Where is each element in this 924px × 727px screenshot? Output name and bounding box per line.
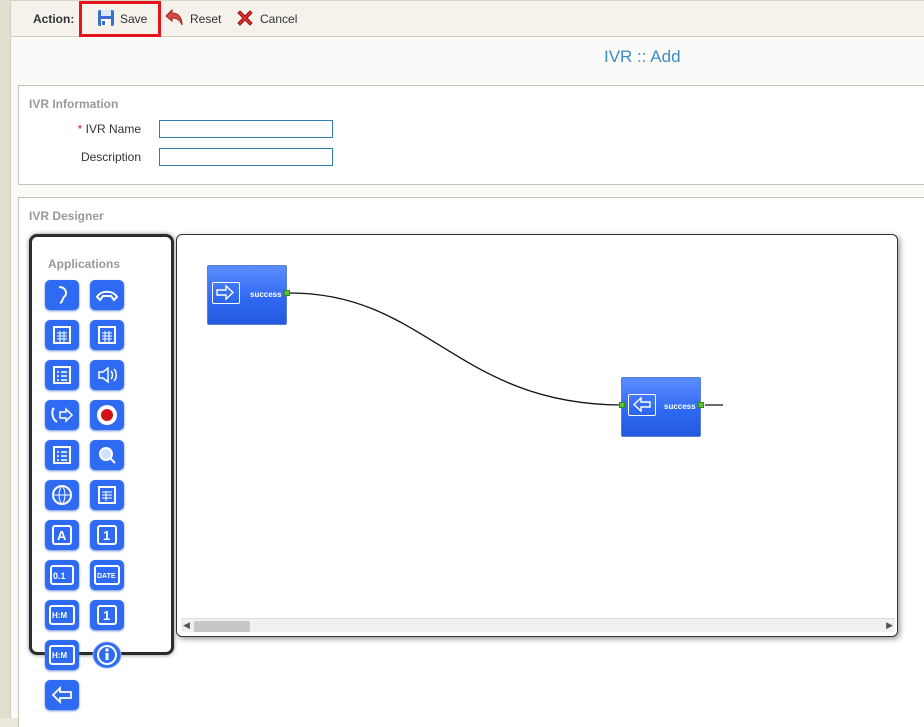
exit-node-output-port[interactable] [698,402,704,408]
date-calc-icon[interactable] [90,480,124,510]
start-node-success-label: success [250,290,282,299]
description-label: Description [80,150,141,164]
ear-icon[interactable] [45,280,79,310]
description-input[interactable] [159,148,333,166]
say-digit-icon[interactable]: 1 [90,600,124,630]
ivr-information-title: IVR Information [29,97,119,111]
say-date-icon[interactable]: DATE [90,560,124,590]
info-icon[interactable] [90,640,124,670]
cancel-x-icon [235,8,255,31]
say-digit-icon[interactable]: 1 [90,520,124,550]
exit-node-success-label: success [664,402,696,411]
required-marker: * [77,122,83,136]
ivr-name-label: * IVR Name [59,122,141,136]
start-node-output-port[interactable] [284,290,290,296]
svg-text:H:M: H:M [52,651,67,660]
say-alpha-icon[interactable]: A [45,520,79,550]
designer-canvas[interactable]: success success ◀ ▶ [176,234,898,637]
undo-arrow-icon [163,8,185,31]
save-label: Save [120,12,148,26]
start-node[interactable]: success [207,265,290,325]
exit-arrow-icon [628,394,656,416]
call-transfer-icon[interactable] [45,400,79,430]
save-button[interactable]: Save [97,7,147,31]
exit-node-input-port[interactable] [619,402,625,408]
svg-text:A: A [57,528,67,543]
scroll-thumb[interactable] [194,621,250,632]
svg-text:DATE: DATE [97,573,116,580]
checklist-icon[interactable] [45,440,79,470]
say-time-icon[interactable]: H:M [45,600,79,630]
cancel-button[interactable]: Cancel [235,7,297,31]
exit-node[interactable]: success [619,377,704,437]
left-frame-strip [0,0,11,718]
ivr-designer-title: IVR Designer [29,209,104,223]
enter-arrow-icon [212,282,240,304]
svg-text:1: 1 [103,528,110,543]
main-content: IVR :: Add IVR Information * IVR Name De… [11,37,924,727]
search-icon[interactable] [90,440,124,470]
scroll-left-icon[interactable]: ◀ [183,620,190,631]
hangup-icon[interactable] [90,280,124,310]
ivr-name-label-text: IVR Name [85,122,141,136]
ivr-name-input[interactable] [159,120,333,138]
floppy-disk-icon [97,9,115,30]
svg-text:0.1: 0.1 [53,571,66,581]
applications-title: Applications [48,257,121,271]
svg-text:1: 1 [103,608,110,623]
scroll-right-icon[interactable]: ▶ [886,620,893,631]
calculator-icon[interactable] [45,320,79,350]
horizontal-scrollbar[interactable]: ◀ ▶ [181,618,895,632]
exit-icon[interactable] [45,680,79,710]
action-label: Action: [33,12,75,26]
action-toolbar: Action: Save Reset Cancel [11,0,924,37]
cancel-label: Cancel [260,12,298,26]
checklist-icon[interactable] [45,360,79,390]
speaker-icon[interactable] [90,360,124,390]
svg-text:H:M: H:M [52,611,67,620]
globe-icon[interactable] [45,480,79,510]
record-icon[interactable] [90,400,124,430]
say-number-icon[interactable]: 0.1 [45,560,79,590]
page-title: IVR :: Add [604,47,681,66]
say-time-icon[interactable]: H:M [45,640,79,670]
reset-button[interactable]: Reset [163,7,221,31]
ivr-information-section: IVR Information * IVR Name Description [18,85,924,185]
reset-label: Reset [190,12,222,26]
calculator-icon[interactable] [90,320,124,350]
